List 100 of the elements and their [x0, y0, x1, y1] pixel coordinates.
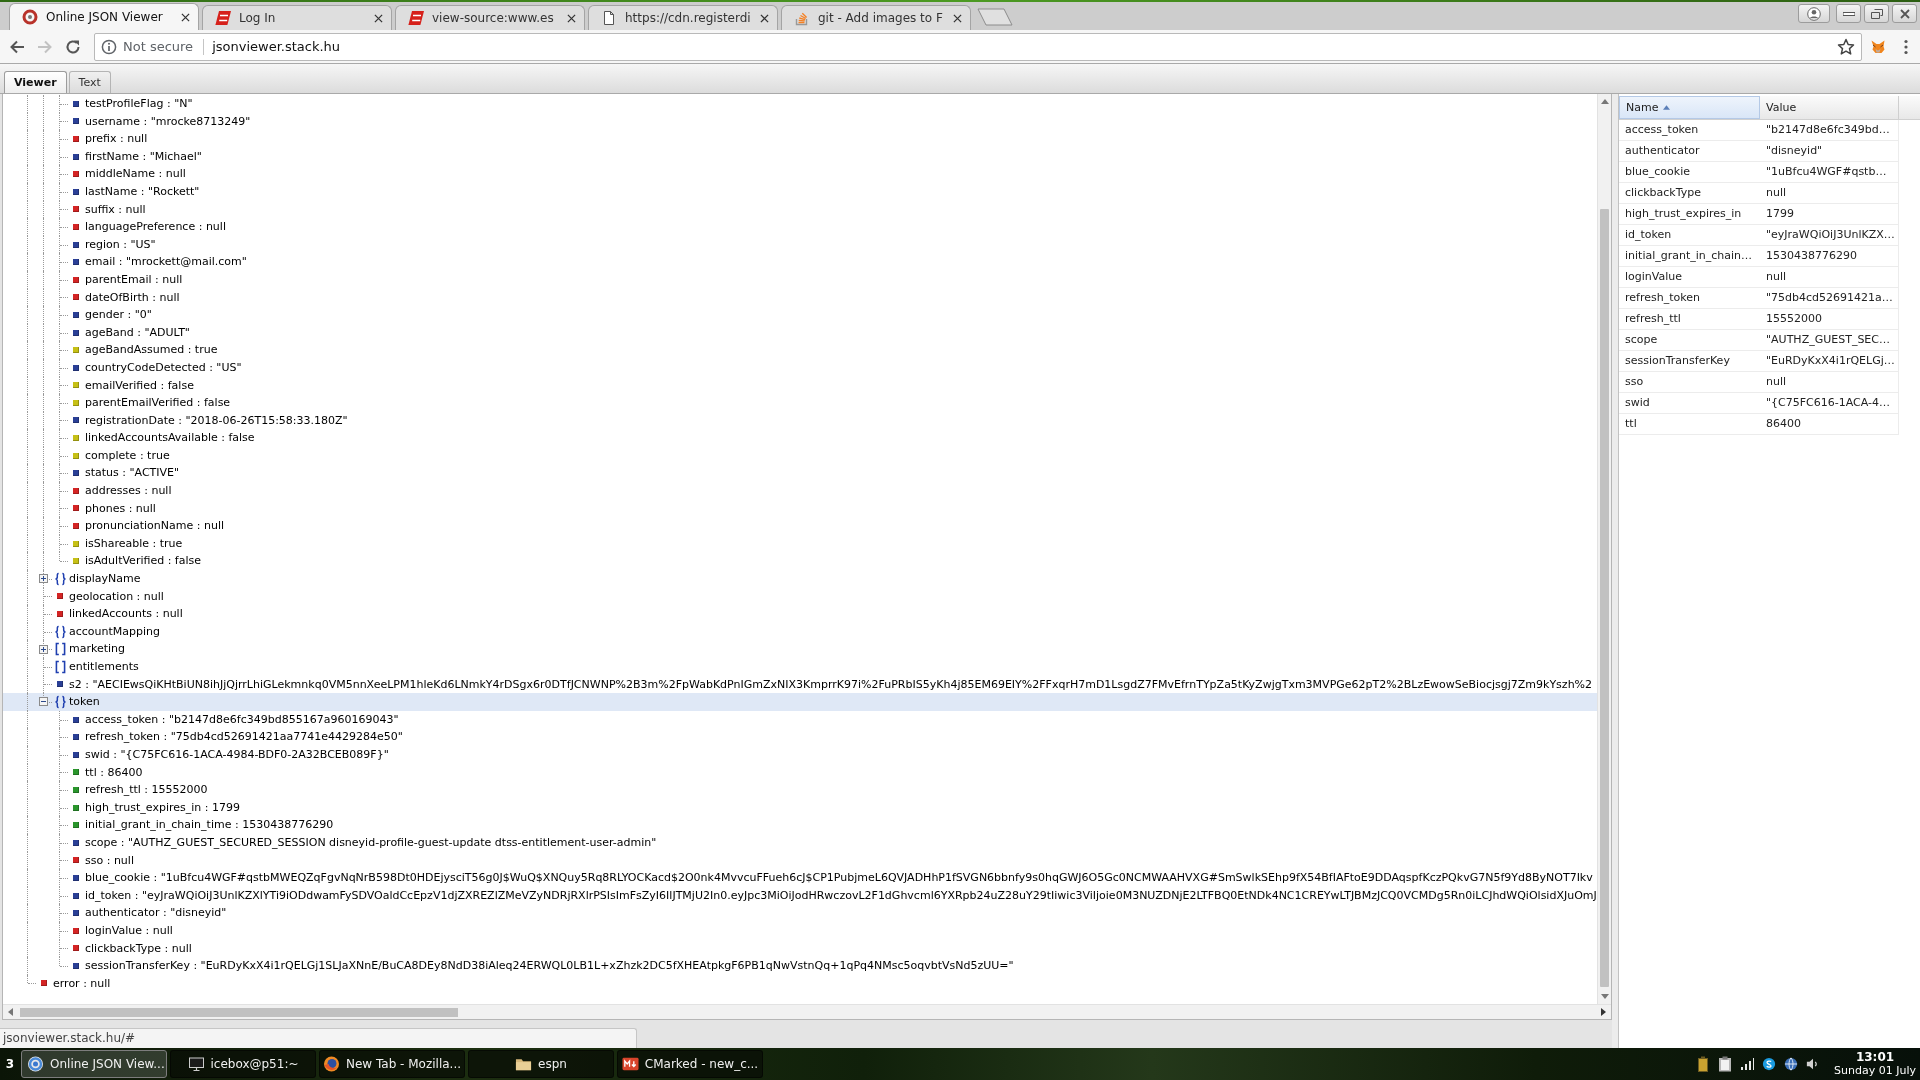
tree-item[interactable]: entitlements [20, 658, 139, 676]
clipboard-icon[interactable] [1718, 1056, 1733, 1072]
browser-tab[interactable]: git - Add images to F [781, 5, 971, 30]
scroll-down-icon[interactable] [1600, 994, 1609, 999]
tree-item[interactable]: isAdultVerified : false [20, 552, 201, 571]
clock-time[interactable]: 13:01 [1855, 1051, 1895, 1064]
tree-item[interactable]: loginValue : null [20, 921, 173, 940]
taskbar-item[interactable]: Online JSON View... [21, 1050, 167, 1078]
table-cell-text: loginValue [1624, 269, 1683, 285]
restore-button[interactable] [1864, 4, 1889, 23]
browser-tab[interactable]: view-source:www.es [395, 5, 585, 30]
battery-icon[interactable] [1696, 1056, 1711, 1072]
tree-item[interactable]: emailVerified : false [20, 376, 194, 395]
tree-item[interactable]: pronunciationName : null [20, 517, 225, 535]
tree-item[interactable]: token [3, 693, 1597, 711]
tree-item[interactable]: displayName [20, 570, 141, 588]
tree-item[interactable]: addresses : null [20, 482, 172, 500]
tree-item[interactable]: parentEmail : null [20, 270, 183, 289]
chat-icon[interactable] [1762, 1056, 1777, 1072]
tree-item[interactable]: prefix : null [20, 130, 148, 148]
minimize-button[interactable] [1836, 4, 1861, 23]
tree-item[interactable]: clickbackType : null [20, 939, 192, 958]
tree-item[interactable]: gender : "0" [20, 306, 152, 324]
scroll-left-icon[interactable] [8, 1008, 13, 1016]
tree-item[interactable]: status : "ACTIVE" [20, 464, 180, 483]
tree-item[interactable]: scope : "AUTHZ_GUEST_SECURED_SESSION disneyid-profile-guest-update dtss-entitlement-user-admin" [20, 833, 657, 852]
close-icon[interactable] [953, 13, 962, 23]
tree-item[interactable]: high_trust_expires_in : 1799 [20, 798, 240, 817]
tree-item[interactable]: region : "US" [20, 235, 156, 254]
scrollbar-thumb[interactable] [20, 1007, 458, 1017]
tree-item[interactable]: geolocation : null [20, 587, 164, 606]
value-square-icon [73, 171, 79, 178]
close-icon[interactable] [567, 13, 576, 23]
value-square-icon [73, 751, 79, 758]
network-icon[interactable] [1784, 1056, 1799, 1072]
tree-item[interactable]: username : "mrocke8713249" [20, 112, 251, 131]
signal-icon[interactable] [1740, 1056, 1755, 1072]
tree-item[interactable]: authenticator : "disneyid" [20, 904, 227, 922]
tree-item[interactable]: error : null [20, 974, 111, 993]
close-button[interactable] [1892, 4, 1917, 23]
tree-item[interactable]: accountMapping [20, 622, 161, 641]
browser-tab[interactable]: Online JSON Viewer [9, 3, 199, 30]
security-label[interactable]: Not secure [123, 39, 194, 54]
expand-icon[interactable] [39, 644, 48, 654]
workspace-number[interactable]: 3 [0, 1057, 20, 1071]
clock-date[interactable]: Sunday 01 July [1834, 1064, 1916, 1077]
scroll-right-icon[interactable] [1601, 1008, 1606, 1016]
vertical-scrollbar[interactable] [1597, 94, 1611, 1004]
tree-item[interactable]: registrationDate : "2018-06-26T15:58:33.180Z" [20, 411, 348, 430]
tree-item[interactable]: email : "mrockett@mail.com" [20, 253, 247, 271]
browser-tab[interactable]: https://cdn.registerdi [588, 5, 778, 30]
address-field[interactable]: Not secure jsonviewer.stack.hu [94, 32, 1862, 61]
tree-item[interactable]: access_token : "b2147d8e6fc349bd855167a960169043" [20, 710, 399, 729]
tree-item[interactable]: refresh_ttl : 15552000 [20, 781, 208, 799]
column-header[interactable]: Value [1760, 96, 1899, 119]
tree-item[interactable]: parentEmailVerified : false [20, 394, 231, 412]
tree-item[interactable]: initial_grant_in_chain_time : 1530438776290 [20, 816, 334, 834]
close-icon[interactable] [181, 12, 190, 22]
taskbar-item[interactable]: espn [468, 1050, 614, 1078]
tree-item[interactable]: testProfileFlag : "N" [20, 95, 193, 113]
collapse-icon[interactable] [39, 697, 48, 707]
close-icon[interactable] [374, 13, 383, 23]
tree-item[interactable]: isShareable : true [20, 534, 183, 553]
account-button[interactable] [1798, 4, 1830, 23]
tree-item[interactable]: ageBand : "ADULT" [20, 323, 190, 342]
scroll-up-icon[interactable] [1600, 99, 1609, 104]
bookmark-star-icon[interactable] [1837, 37, 1855, 56]
tree-item[interactable]: swid : "{C75FC616-1ACA-4984-BDF0-2A32BCEB089F}" [20, 745, 389, 764]
taskbar-item[interactable]: New Tab - Mozilla... [319, 1050, 465, 1078]
tree-item[interactable]: marketing [20, 640, 126, 658]
browser-tab[interactable]: Log In [202, 5, 392, 30]
tree-item[interactable]: dateOfBirth : null [20, 288, 180, 307]
tree-item[interactable]: countryCodeDetected : "US" [20, 358, 242, 377]
close-icon[interactable] [760, 13, 769, 23]
tree-item[interactable]: middleName : null [20, 165, 186, 183]
tree-item[interactable]: sessionTransferKey : "EuRDyKxX4i1rQELGj1SLJaXNnE/BuCA8DEy8NdD38iAleq24ERWQL0LB1L+xZhzk2DC5fXHEAtpkgF6PB1qNwVstnQq+1qPq4NMsc5oqvbtVsNd5zUU=" [20, 957, 1014, 975]
tree-item[interactable]: ageBandAssumed : true [20, 341, 218, 359]
horizontal-scrollbar[interactable] [3, 1004, 1611, 1019]
taskbar-item[interactable]: CMarked - new_c... [617, 1050, 763, 1078]
column-header[interactable]: Name [1619, 96, 1760, 119]
tree-item[interactable]: ttl : 86400 [20, 763, 143, 782]
scrollbar-thumb[interactable] [1600, 209, 1609, 987]
expand-icon[interactable] [39, 574, 48, 584]
value-square-icon [73, 487, 79, 494]
tree-item[interactable]: firstName : "Michael" [20, 147, 202, 166]
taskbar-item[interactable]: icebox@p51:~ [170, 1050, 316, 1078]
tree-item[interactable]: linkedAccounts : null [20, 605, 183, 623]
tree-item[interactable]: languagePreference : null [20, 218, 226, 236]
tree-item[interactable]: id_token : "eyJraWQiOiJ3UnlKZXlYTi9iODdwamFySDVOaldCcEpzV1djZXREZlZMeVZyNDRjRXlrPSIsImFsZyI6IlJTMjU2In0.eyJpc3MiOiJodHRwczovL2F1dGhvcml6YXRpb24uZ28uY29tIiwic3ViIjoie0M3NUZDNjE2LTFBQ0EtNDk4NC1CREYwLTJBMzJCQ0VCMDg5Rn0iLCJhdWQiOlsidXJuOmJ [20, 886, 1597, 905]
tree-item[interactable]: linkedAccountsAvailable : false [20, 429, 255, 447]
tree-item[interactable]: lastName : "Rockett" [20, 182, 200, 201]
tree-item[interactable]: suffix : null [20, 200, 146, 219]
viewer-tab[interactable]: Text [68, 71, 111, 93]
viewer-tab[interactable]: Viewer [4, 71, 67, 93]
tree-item[interactable]: phones : null [20, 499, 156, 518]
value-square-icon [73, 223, 79, 230]
tree-item[interactable]: refresh_token : "75db4cd52691421aa7741e4429284e50" [20, 728, 403, 746]
tree-item[interactable]: sso : null [20, 851, 134, 870]
tree-item[interactable]: complete : true [20, 446, 170, 465]
tree-item[interactable]: blue_cookie : "1uBfcu4WGF#qstbMWEQZqFgvNqNrB598Dt0HDEjysciT56g0J$WuQ$XNQuy5Rq8RLYOCKacd$2O0nk4MvvcuFFueh6cJ$CP1PubjmeL6QVJADHhP1fSVGN6bbnfy9s0hqGWJ6O5Gc0NCMWAAHVXG#SmSwlkSEhp9fX54BfIAFtoE9DDAqspfKczPQkvG7N5f9Yd8ByNOT7Ikv [20, 869, 1593, 887]
